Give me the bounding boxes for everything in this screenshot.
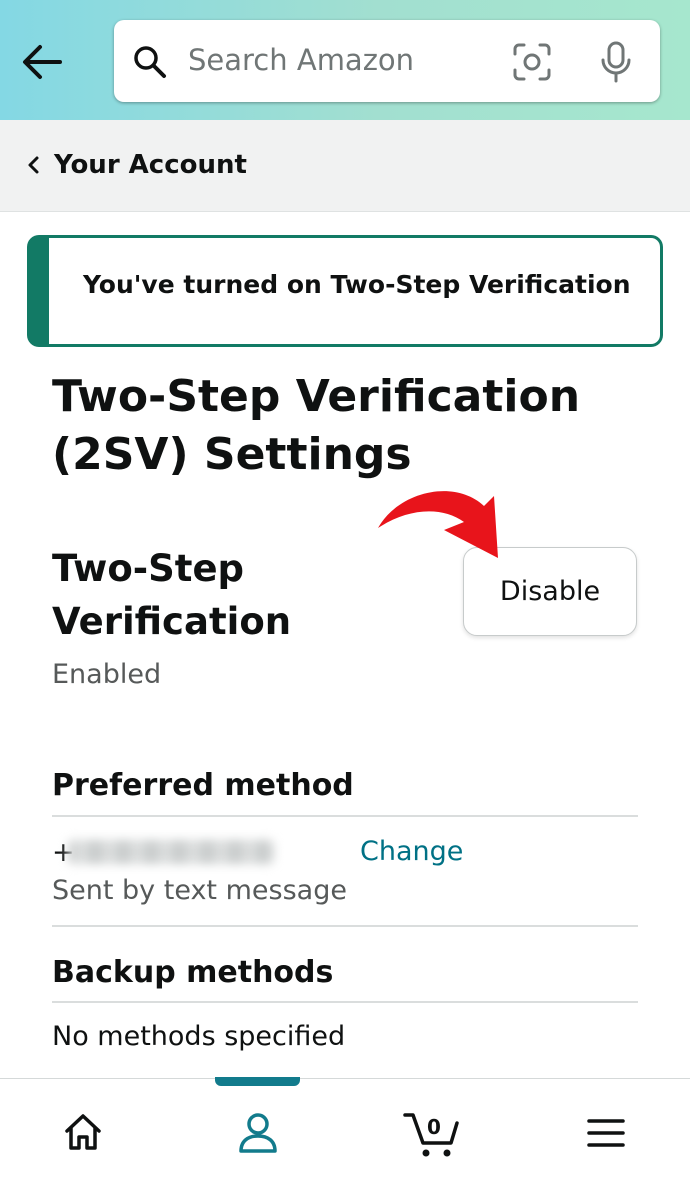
breadcrumb-label[interactable]: Your Account (54, 148, 247, 182)
menu-icon[interactable] (586, 1117, 626, 1149)
bottom-nav: 0 (0, 1077, 690, 1185)
back-arrow-icon[interactable] (20, 40, 64, 84)
search-icon (134, 46, 166, 78)
header-bar: Search Amazon (0, 0, 690, 120)
delivery-method-text: Sent by text message (52, 875, 347, 906)
divider (52, 815, 638, 817)
annotation-arrow-icon (378, 491, 498, 558)
account-icon[interactable] (236, 1111, 280, 1155)
cart-count: 0 (427, 1115, 441, 1139)
divider (52, 1001, 638, 1003)
active-tab-indicator (215, 1077, 300, 1086)
backup-methods-heading: Backup methods (52, 955, 334, 990)
breadcrumb[interactable]: Your Account (0, 120, 690, 212)
success-alert: You've turned on Two-Step Verification (27, 235, 663, 347)
cart-icon[interactable]: 0 (403, 1109, 461, 1159)
microphone-icon[interactable] (596, 40, 636, 84)
home-icon[interactable] (62, 1111, 104, 1153)
backup-empty-text: No methods specified (52, 1021, 346, 1052)
feature-title: Two-Step Verification (52, 547, 292, 643)
search-bar[interactable]: Search Amazon (114, 20, 660, 102)
page-title: Two-Step Verification (2SV) Settings (52, 371, 581, 480)
chevron-left-icon (28, 156, 39, 174)
camera-scan-icon[interactable] (512, 42, 552, 82)
divider (52, 925, 638, 927)
redacted-phone-number (68, 840, 274, 864)
change-link[interactable]: Change (360, 835, 463, 869)
search-input[interactable]: Search Amazon (188, 42, 414, 78)
status-text: Enabled (52, 659, 162, 690)
alert-message: You've turned on Two-Step Verification (83, 270, 631, 299)
preferred-method-heading: Preferred method (52, 768, 354, 803)
